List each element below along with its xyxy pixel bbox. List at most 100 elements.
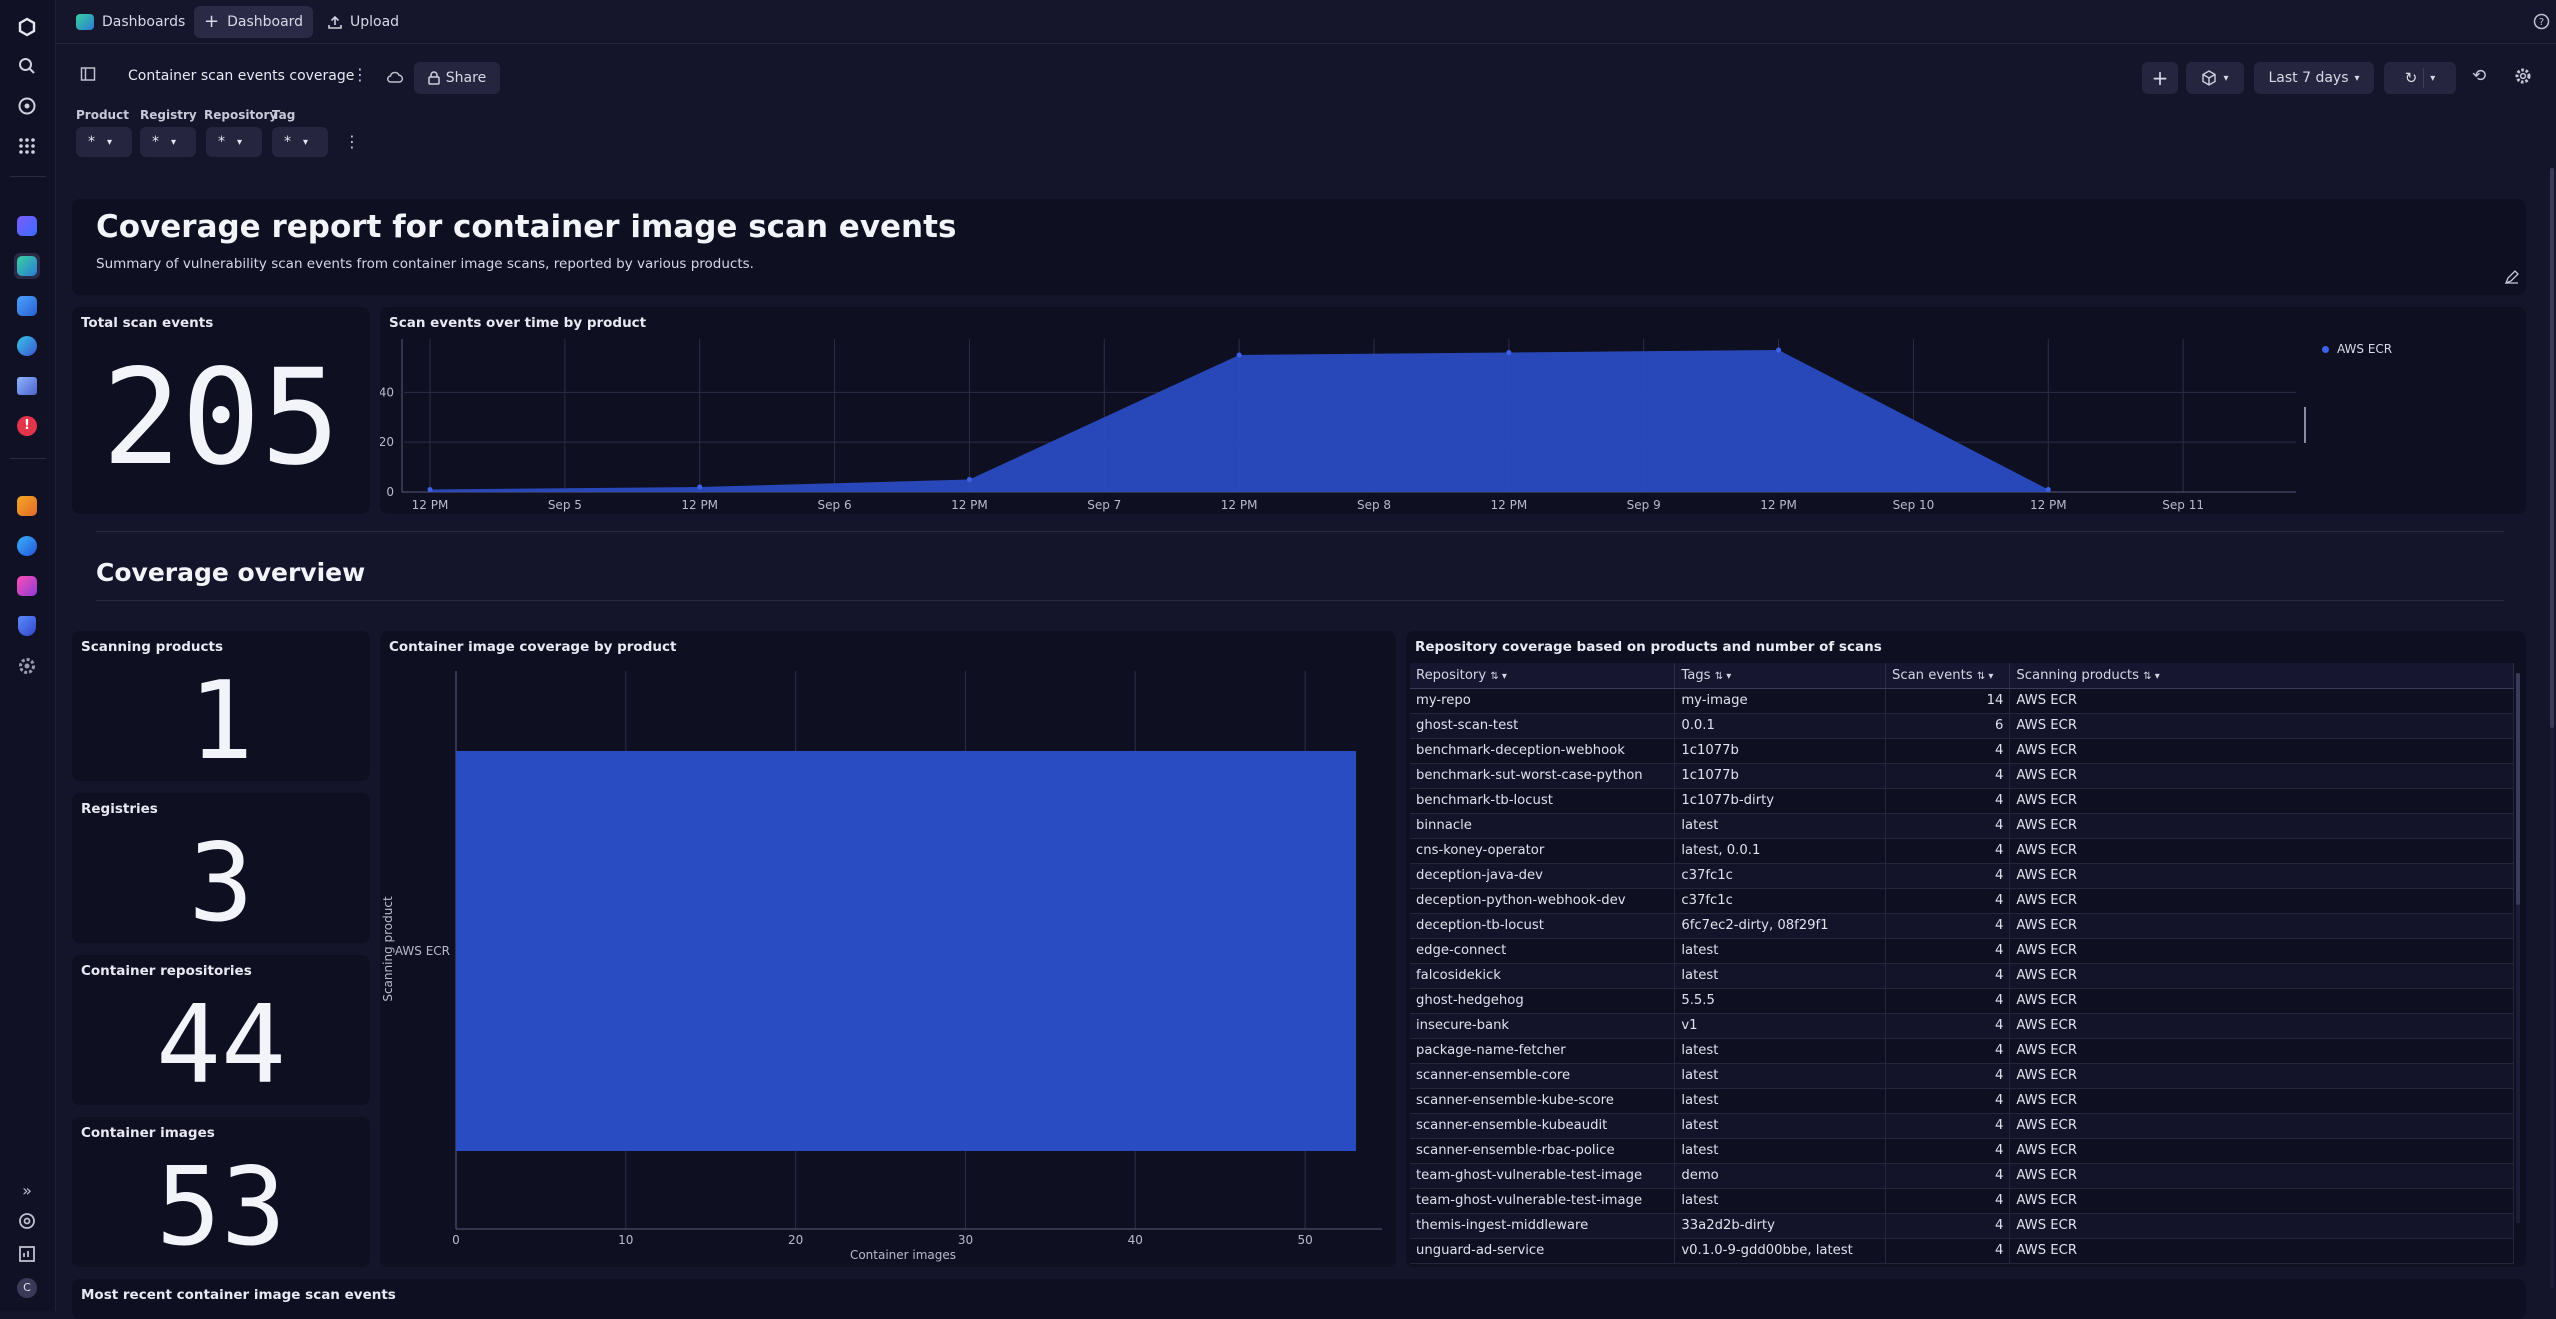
- dynatrace-logo-icon[interactable]: [14, 14, 40, 40]
- cell-scanning-products: AWS ECR: [2009, 938, 2514, 964]
- reports-icon[interactable]: [14, 1241, 40, 1267]
- upload-button[interactable]: Upload: [318, 6, 409, 38]
- filter-repository-select[interactable]: * ▾: [206, 127, 262, 157]
- table-row[interactable]: themis-ingest-middleware 33a2d2b-dirty 4 AW…: [1410, 1213, 2514, 1239]
- new-dashboard-button[interactable]: + Dashboard: [194, 6, 314, 38]
- table-row[interactable]: ghost-scan-test 0.0.1 6 AWS ECR: [1410, 713, 2514, 739]
- data-point: [427, 487, 433, 493]
- table-row[interactable]: unguard-ad-service v0.1.0-9-gdd00bbe, lat…: [1410, 1238, 2514, 1264]
- cell-scanning-products: AWS ECR: [2009, 988, 2514, 1014]
- dashboards-app-icon[interactable]: [14, 253, 40, 279]
- app-hexagon-icon[interactable]: [14, 333, 40, 359]
- chevron-down-icon: ▾: [171, 136, 177, 148]
- app-grid-icon[interactable]: [14, 293, 40, 319]
- x-tick-label: 12 PM: [951, 498, 988, 512]
- sort-icon: ⇅ ▾: [1976, 670, 1994, 682]
- expand-rail-icon[interactable]: »: [14, 1177, 40, 1203]
- cell-tags: latest: [1674, 1063, 1886, 1089]
- table-row[interactable]: my-repo my-image 14 AWS ECR: [1410, 688, 2514, 714]
- table-row[interactable]: deception-java-dev c37fc1c 4 AWS ECR: [1410, 863, 2514, 889]
- help-circle-icon[interactable]: [14, 1208, 40, 1234]
- table-row[interactable]: ghost-hedgehog 5.5.5 4 AWS ECR: [1410, 988, 2514, 1014]
- edit-pencil-icon[interactable]: [2504, 269, 2520, 289]
- app-cube-icon[interactable]: [14, 213, 40, 239]
- search-icon[interactable]: [14, 53, 40, 79]
- sort-icon: ⇅ ▾: [1490, 670, 1507, 682]
- cell-scan-events: 4: [1885, 1238, 2011, 1264]
- cell-tags: latest: [1674, 1138, 1886, 1164]
- app-security-icon[interactable]: [14, 613, 40, 639]
- table-row[interactable]: team-ghost-vulnerable-test-image demo 4 AWS…: [1410, 1163, 2514, 1189]
- dashboard-title[interactable]: Container scan events coverage: [128, 68, 354, 84]
- filters-more-icon[interactable]: ⋮: [344, 132, 360, 151]
- segments-button[interactable]: ▾: [2186, 62, 2244, 94]
- user-avatar[interactable]: C: [14, 1275, 40, 1301]
- dashboards-app-label: Dashboards: [102, 14, 186, 30]
- column-header-scan-events[interactable]: Scan events ⇅ ▾: [1885, 663, 2011, 689]
- dashboards-app-link[interactable]: Dashboards: [66, 6, 195, 38]
- help-icon[interactable]: ?: [2533, 13, 2550, 34]
- history-icon[interactable]: ⟲: [2472, 66, 2486, 86]
- table-row[interactable]: binnacle latest 4 AWS ECR: [1410, 813, 2514, 839]
- settings-icon[interactable]: [14, 653, 40, 679]
- filter-product-select[interactable]: * ▾: [76, 127, 132, 157]
- refresh-button[interactable]: ↻ ▾: [2384, 62, 2456, 94]
- x-tick-label: 0: [452, 1233, 460, 1247]
- legend-scroll-handle[interactable]: [2304, 407, 2306, 443]
- filter-value: *: [152, 134, 159, 150]
- tile-title: Most recent container image scan events: [81, 1287, 396, 1303]
- app-scan-icon[interactable]: [14, 533, 40, 559]
- refresh-icon: ↻: [2404, 69, 2418, 87]
- app-monitor-icon[interactable]: [14, 373, 40, 399]
- app-pink-icon[interactable]: [14, 573, 40, 599]
- more-options-icon[interactable]: ⋮: [352, 65, 368, 84]
- table-row[interactable]: deception-tb-locust 6fc7ec2-dirty, 08f29f…: [1410, 913, 2514, 939]
- table-row[interactable]: team-ghost-vulnerable-test-image latest 4 A…: [1410, 1188, 2514, 1214]
- share-button[interactable]: Share: [414, 62, 500, 94]
- column-header-tags[interactable]: Tags ⇅ ▾: [1674, 663, 1886, 689]
- y-tick-label: 20: [380, 435, 394, 449]
- explore-icon[interactable]: [14, 93, 40, 119]
- column-header-scanning-products[interactable]: Scanning products ⇅ ▾: [2009, 663, 2514, 689]
- legend-item[interactable]: AWS ECR: [2322, 342, 2392, 356]
- table-row[interactable]: scanner-ensemble-kubeaudit latest 4 AWS ECR: [1410, 1113, 2514, 1139]
- apps-grid-icon[interactable]: [14, 133, 40, 159]
- settings-gear-icon[interactable]: [2514, 67, 2532, 89]
- bar-chart[interactable]: 0 10 20 30 40 50 AWS ECR Container images Scanni…: [380, 631, 1396, 1267]
- app-shield-orange-icon[interactable]: [14, 493, 40, 519]
- table-row[interactable]: cns-koney-operator latest, 0.0.1 4 AWS ECR: [1410, 838, 2514, 864]
- table-row[interactable]: edge-connect latest 4 AWS ECR: [1410, 938, 2514, 964]
- problems-icon[interactable]: !: [14, 413, 40, 439]
- table-row[interactable]: benchmark-deception-webhook 1c1077b 4 AWS E…: [1410, 738, 2514, 764]
- x-tick-label: Sep 9: [1627, 498, 1661, 512]
- cell-scanning-products: AWS ECR: [2009, 1238, 2514, 1264]
- timeframe-selector[interactable]: Last 7 days ▾: [2254, 62, 2374, 94]
- table-scrollbar[interactable]: [2516, 673, 2520, 1223]
- page-scrollbar[interactable]: [2550, 168, 2554, 1288]
- dashboards-app-icon: [76, 14, 94, 30]
- cloud-sync-icon[interactable]: [386, 69, 404, 88]
- table-row[interactable]: insecure-bank v1 4 AWS ECR: [1410, 1013, 2514, 1039]
- sidebar-toggle-icon[interactable]: [80, 66, 100, 86]
- x-tick-label: 10: [618, 1233, 633, 1247]
- table-row[interactable]: scanner-ensemble-rbac-police latest 4 AWS E…: [1410, 1138, 2514, 1164]
- table-row[interactable]: package-name-fetcher latest 4 AWS ECR: [1410, 1038, 2514, 1064]
- column-header-repository[interactable]: Repository ⇅ ▾: [1410, 663, 1676, 689]
- area-chart[interactable]: 0 20 40 12 PM Sep 5 12 PM Sep 6 12 PM Sep 7 12 PM…: [380, 307, 2526, 514]
- cell-repository: scanner-ensemble-rbac-police: [1410, 1138, 1676, 1164]
- table-row[interactable]: benchmark-sut-worst-case-python 1c1077b 4 A…: [1410, 763, 2514, 789]
- filter-label-repository: Repository: [204, 108, 278, 122]
- cell-tags: v1: [1674, 1013, 1886, 1039]
- cell-scanning-products: AWS ECR: [2009, 688, 2514, 714]
- table-row[interactable]: benchmark-tb-locust 1c1077b-dirty 4 AWS ECR: [1410, 788, 2514, 814]
- top-bar: Dashboards + Dashboard Upload ?: [56, 0, 2556, 44]
- cell-repository: benchmark-sut-worst-case-python: [1410, 763, 1676, 789]
- container-image-coverage-tile: Container image coverage by product 0 10 2…: [380, 631, 1396, 1267]
- add-tile-button[interactable]: +: [2142, 62, 2178, 94]
- filter-tag-select[interactable]: * ▾: [272, 127, 328, 157]
- filter-registry-select[interactable]: * ▾: [140, 127, 196, 157]
- table-row[interactable]: deception-python-webhook-dev c37fc1c 4 AWS …: [1410, 888, 2514, 914]
- table-row[interactable]: falcosidekick latest 4 AWS ECR: [1410, 963, 2514, 989]
- table-row[interactable]: scanner-ensemble-core latest 4 AWS ECR: [1410, 1063, 2514, 1089]
- table-row[interactable]: scanner-ensemble-kube-score latest 4 AWS EC…: [1410, 1088, 2514, 1114]
